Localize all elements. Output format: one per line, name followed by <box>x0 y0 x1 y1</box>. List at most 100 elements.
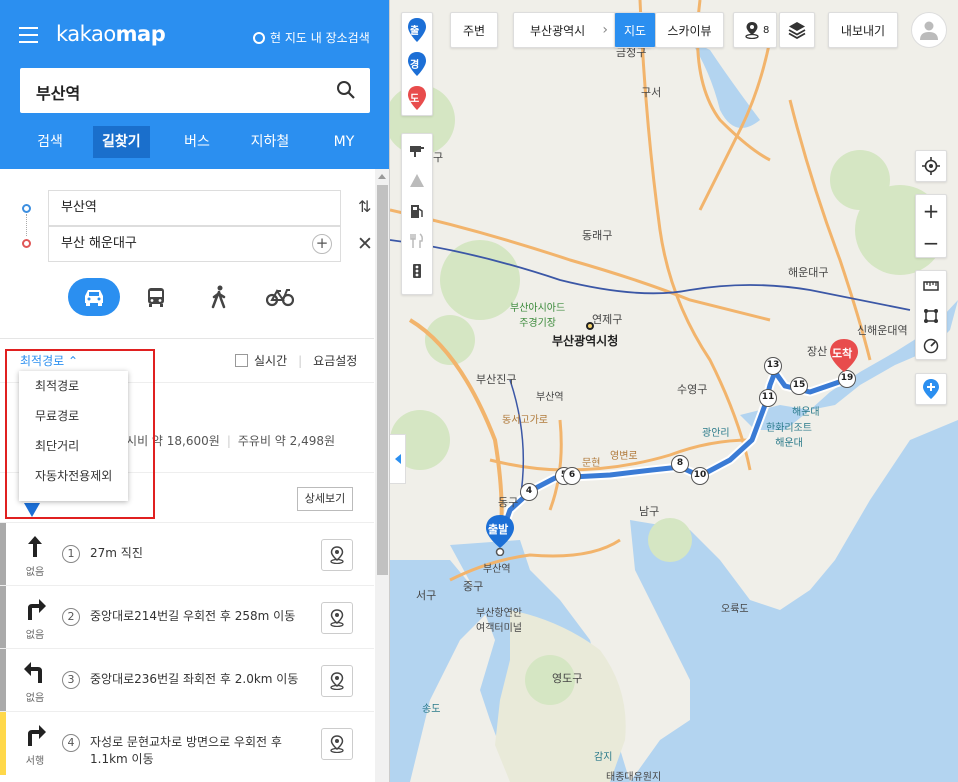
locate-step-button[interactable] <box>321 539 353 571</box>
realtime-toggle[interactable]: 실시간 | 요금설정 <box>235 352 357 369</box>
start-marker-icon <box>24 503 40 517</box>
nearby-button[interactable]: 주변 <box>450 12 498 48</box>
tab-search[interactable]: 검색 <box>36 126 64 158</box>
search-input[interactable]: 부산역 <box>20 68 370 113</box>
tab-subway[interactable]: 지하철 <box>250 126 290 158</box>
warning-icon <box>410 174 424 187</box>
distance-button[interactable] <box>916 271 946 301</box>
end-marker-button[interactable]: 도 <box>402 83 432 113</box>
destination-field[interactable]: 부산 해운대구 + <box>48 226 341 262</box>
origin-field[interactable]: 부산역 <box>48 190 341 226</box>
tab-bus[interactable]: 버스 <box>183 126 211 158</box>
map-canvas[interactable]: 금정구 구 구서 동래구 연제구 부산아시아드 주경기장 부산광역시청 해운대구… <box>390 0 958 782</box>
roadview-button[interactable]: 8 <box>733 12 777 48</box>
map-label: 오륙도 <box>721 604 749 615</box>
route-node[interactable]: 15 <box>790 377 808 395</box>
bike-icon <box>266 289 294 307</box>
kakaomap-logo[interactable]: kakaomap <box>56 22 166 46</box>
gas-station-button[interactable] <box>402 196 432 226</box>
route-step[interactable]: 없음 2 중앙대로214번길 우회전 후 258m 이동 <box>0 585 374 649</box>
cctv-button[interactable] <box>402 136 432 166</box>
panel-collapse-button[interactable] <box>390 434 406 484</box>
via-marker-button[interactable]: 경 <box>402 49 432 79</box>
locate-step-button[interactable] <box>321 728 353 760</box>
search-in-map-toggle[interactable]: 현 지도 내 장소검색 <box>253 29 370 46</box>
route-node[interactable]: 10 <box>691 467 709 485</box>
route-type-select[interactable]: 최적경로 ⌃ <box>20 352 78 369</box>
zoom-out-button[interactable]: − <box>916 228 946 258</box>
layers-button[interactable] <box>779 12 815 48</box>
tab-directions[interactable]: 길찾기 <box>93 126 150 158</box>
dropdown-item-no-expressway[interactable]: 자동차전용제외 <box>19 461 128 491</box>
dropdown-item-shortest[interactable]: 최단거리 <box>19 431 128 461</box>
area-icon <box>924 309 938 323</box>
divider: | <box>298 353 303 368</box>
zoom-controls: + − <box>915 194 947 258</box>
mode-bus[interactable] <box>130 278 182 316</box>
realtime-checkbox[interactable] <box>235 354 248 367</box>
panel-scrollbar[interactable] <box>375 169 389 782</box>
map-label: 구서 <box>641 86 662 99</box>
menu-icon[interactable] <box>19 27 38 43</box>
measure-toolbar <box>915 270 947 360</box>
area-button[interactable] <box>916 301 946 331</box>
route-node[interactable]: 11 <box>759 389 777 407</box>
panel-header: kakaomap 현 지도 내 장소검색 부산역 검색 길찾기 버스 지하철 M… <box>0 0 389 169</box>
route-step[interactable]: 없음 1 27m 직진 <box>0 522 374 586</box>
walk-icon <box>211 285 226 309</box>
mode-car[interactable] <box>68 278 120 316</box>
fare-settings-link[interactable]: 요금설정 <box>313 352 357 369</box>
radio-icon <box>253 31 265 44</box>
route-node[interactable]: 4 <box>520 483 538 501</box>
route-node[interactable]: 6 <box>563 467 581 485</box>
tab-my[interactable]: MY <box>332 126 356 158</box>
tab-skyview[interactable]: 스카이뷰 <box>656 12 724 48</box>
cctv-icon <box>410 146 424 157</box>
add-waypoint-icon[interactable]: + <box>312 234 332 254</box>
dropdown-item-optimal[interactable]: 최적경로 <box>19 371 128 401</box>
map-label: 해운대 <box>792 407 820 418</box>
scroll-up-icon[interactable] <box>378 174 386 179</box>
export-button[interactable]: 내보내기 <box>828 12 898 48</box>
location-pin-icon <box>330 609 344 627</box>
my-location-button[interactable] <box>915 150 947 182</box>
zoom-in-button[interactable]: + <box>916 196 946 226</box>
route-connector <box>26 214 27 236</box>
locate-step-button[interactable] <box>321 665 353 697</box>
route-step[interactable]: 없음 3 중앙대로236번길 좌회전 후 2.0km 이동 <box>0 648 374 712</box>
map-label: 구 <box>433 151 444 164</box>
traffic-light-icon <box>413 264 421 278</box>
start-pin[interactable]: 출발 <box>485 514 515 559</box>
turn-right-icon <box>28 599 46 620</box>
route-step[interactable]: 서행 4 자성로 문현교차로 방면으로 우회전 후 1.1km 이동 <box>0 711 374 775</box>
end-pin[interactable]: 도착 <box>829 338 859 383</box>
add-place-button[interactable] <box>915 373 947 405</box>
accident-button[interactable] <box>402 166 432 196</box>
route-node[interactable]: 13 <box>764 357 782 375</box>
locate-step-button[interactable] <box>321 602 353 634</box>
location-pin-icon <box>330 672 344 690</box>
restaurant-button[interactable] <box>402 226 432 256</box>
close-icon[interactable]: ✕ <box>357 233 373 255</box>
map-label: 영변로 <box>610 451 638 462</box>
search-icon[interactable] <box>336 80 356 100</box>
scroll-thumb[interactable] <box>377 185 388 575</box>
avatar[interactable] <box>911 12 947 48</box>
radius-button[interactable] <box>916 331 946 361</box>
swap-icon[interactable]: ⇅ <box>358 197 371 216</box>
start-marker-button[interactable]: 출 <box>402 15 432 45</box>
map-label: 부산광역시청 <box>552 334 619 348</box>
user-icon <box>920 21 938 40</box>
map-label: 송도 <box>422 704 441 715</box>
traffic-light-button[interactable] <box>402 256 432 286</box>
detail-button[interactable]: 상세보기 <box>297 487 353 511</box>
mode-walk[interactable] <box>193 278 245 316</box>
map-label: 광안리 <box>702 428 730 439</box>
dropdown-item-free[interactable]: 무료경로 <box>19 401 128 431</box>
bus-icon <box>148 288 164 307</box>
route-type-dropdown: 최적경로 무료경로 최단거리 자동차전용제외 <box>19 371 128 501</box>
route-node[interactable]: 8 <box>671 455 689 473</box>
mode-bike[interactable] <box>254 278 306 316</box>
tab-map[interactable]: 지도 <box>614 12 656 48</box>
add-location-icon <box>923 379 939 399</box>
